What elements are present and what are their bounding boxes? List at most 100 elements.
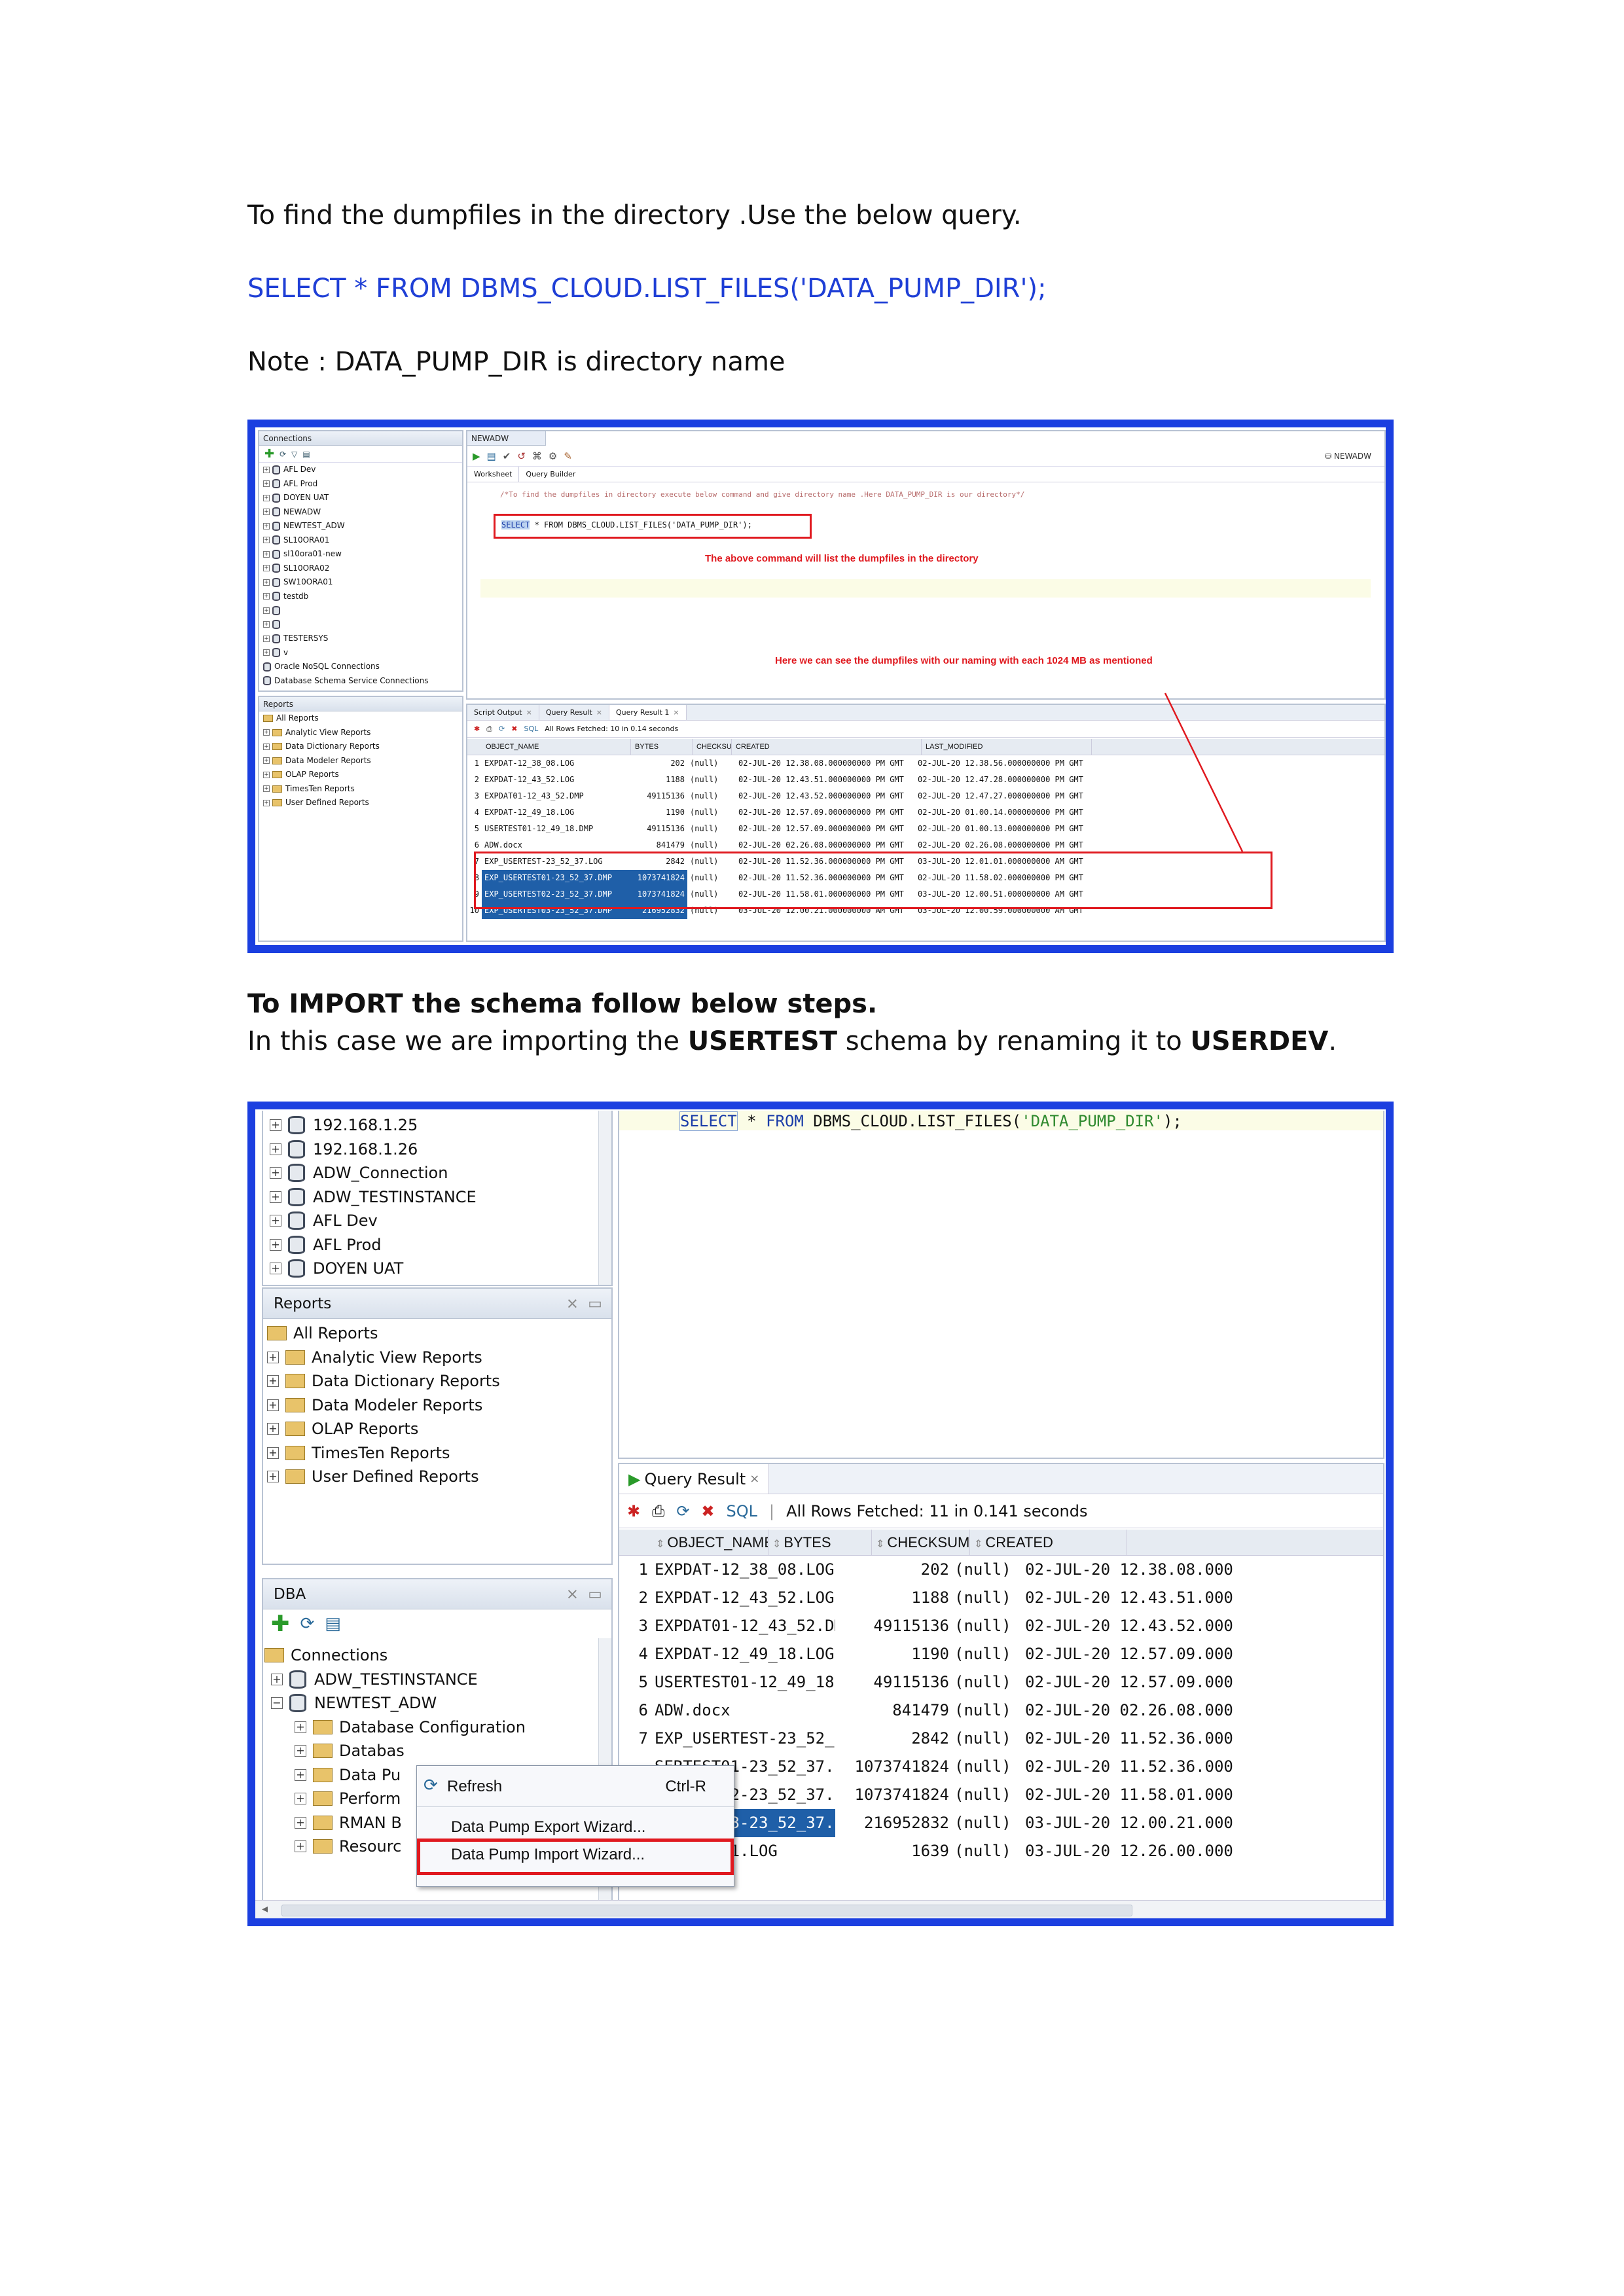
minimize-reports-icon[interactable]: ▭ — [588, 1289, 602, 1319]
sql-link[interactable]: SQL — [727, 1502, 758, 1520]
connection-item[interactable]: + AFL Prod — [270, 1233, 611, 1257]
expand-icon[interactable]: + — [295, 1816, 306, 1829]
expand-icon[interactable]: + — [270, 1263, 281, 1275]
dba-panel-title: DBA — [274, 1586, 306, 1603]
connection-item[interactable]: +192.168.1.25 — [270, 1113, 611, 1138]
dba-tree-item[interactable]: Connections — [264, 1643, 611, 1668]
report-item[interactable]: + TimesTen Reports — [267, 1441, 611, 1465]
close-dba-icon[interactable]: × — [566, 1579, 579, 1609]
table-row[interactable]: 5 USERTEST01-12_49_18.DMP 49115136 (null) 02… — [619, 1668, 1383, 1696]
column-header-label: OBJECT_NAME — [667, 1534, 768, 1551]
expand-icon[interactable]: + — [295, 1768, 306, 1781]
collapse-icon[interactable]: − — [271, 1697, 283, 1710]
report-item[interactable]: + User Defined Reports — [267, 1465, 611, 1489]
folder-icon — [285, 1445, 305, 1460]
expand-icon[interactable]: + — [267, 1375, 279, 1388]
expand-icon[interactable]: + — [270, 1238, 281, 1251]
folder-icon — [313, 1791, 333, 1806]
pin-icon[interactable]: ✱ — [627, 1502, 640, 1520]
column-header[interactable]: ⇕ CREATED — [970, 1530, 1127, 1555]
sql-statement[interactable]: SELECT * FROM DBMS_CLOUD.LIST_FILES('DAT… — [679, 1111, 1182, 1131]
folder-icon — [285, 1469, 305, 1484]
table-row[interactable]: 3 EXPDAT01-12_43_52.DMP 49115136 (null) 02-J… — [619, 1612, 1383, 1640]
refresh-icon[interactable]: ⟳ — [300, 1614, 315, 1634]
expand-icon[interactable]: + — [295, 1840, 306, 1853]
table-cell: 1 — [638, 1560, 648, 1579]
connection-label: 192.168.1.26 — [313, 1139, 418, 1158]
refresh-results-icon[interactable]: ⟳ — [676, 1502, 689, 1520]
screenshot-list-files: Connections ✚ ⟳ ▽ ▤ + AFL Dev + AFL Prod + DO… — [247, 420, 1394, 953]
dba-tree-label: Database Configuration — [339, 1717, 526, 1736]
table-cell: 2 — [638, 1588, 648, 1607]
table-cell: EXP_USERTEST-23_52_37.LOG — [655, 1729, 835, 1748]
table-cell: 216952832 — [863, 1814, 949, 1832]
sql-star: * — [737, 1112, 767, 1130]
expand-icon[interactable]: + — [295, 1721, 306, 1733]
scroll-left-icon[interactable]: ◂ — [262, 1902, 268, 1916]
expand-icon[interactable]: + — [267, 1471, 279, 1483]
database-icon — [288, 1116, 305, 1135]
expand-icon[interactable]: + — [270, 1191, 281, 1203]
report-label: Analytic View Reports — [312, 1348, 482, 1367]
scroll-thumb[interactable] — [281, 1905, 1132, 1916]
folder-icon — [285, 1350, 305, 1365]
fetch-status: All Rows Fetched: 11 in 0.141 seconds — [786, 1501, 1088, 1520]
minimize-dba-icon[interactable]: ▭ — [588, 1579, 602, 1609]
connections-scrollbar[interactable] — [598, 1111, 611, 1285]
print-icon[interactable]: ⎙ — [652, 1502, 664, 1520]
report-item[interactable]: All Reports — [267, 1321, 611, 1346]
report-item[interactable]: + Data Dictionary Reports — [267, 1369, 611, 1393]
expand-icon[interactable]: + — [295, 1793, 306, 1805]
reports-panel-header: Reports × ▭ — [263, 1289, 611, 1319]
connection-item[interactable]: + ADW_Connection — [270, 1161, 611, 1185]
table-row[interactable]: 6 ADW.docx 841479 (null) 02-JUL-20 02.26.08.… — [619, 1696, 1383, 1725]
connection-item[interactable]: + DOYEN UAT — [270, 1257, 611, 1281]
close-reports-icon[interactable]: × — [566, 1289, 579, 1319]
sort-icon: ⇕ — [974, 1539, 983, 1550]
expand-icon[interactable]: + — [271, 1673, 283, 1685]
intro-text: To find the dumpfiles in the directory .… — [247, 200, 1022, 230]
table-row[interactable]: 1 EXPDAT-12_38_08.LOG 202 (null) 02-JUL-20 1… — [619, 1556, 1383, 1584]
expand-icon[interactable]: + — [270, 1143, 281, 1155]
horizontal-scrollbar[interactable]: ◂ — [255, 1900, 1386, 1918]
menu-refresh[interactable]: Refresh — [447, 1778, 502, 1796]
table-row[interactable]: 7 EXP_USERTEST-23_52_37.LOG 2842 (null) 02-J… — [619, 1725, 1383, 1753]
expand-icon[interactable]: + — [267, 1399, 279, 1411]
expand-icon[interactable]: + — [267, 1446, 279, 1459]
expand-icon[interactable]: + — [270, 1119, 281, 1132]
table-cell: (null) — [954, 1645, 1011, 1663]
report-item[interactable]: + Analytic View Reports — [267, 1346, 611, 1370]
dba-tree-item[interactable]: + Databas — [264, 1739, 611, 1763]
expand-icon[interactable]: + — [270, 1215, 281, 1227]
expand-icon[interactable]: + — [270, 1167, 281, 1179]
connection-item[interactable]: + AFL Dev — [270, 1209, 611, 1233]
dba-tree-item[interactable]: + Database Configuration — [264, 1715, 611, 1740]
schema-icon[interactable]: ▤ — [325, 1614, 341, 1634]
dba-tree-item[interactable]: + ADW_TESTINSTANCE — [264, 1668, 611, 1692]
connection-item[interactable]: + ADW_TESTINSTANCE — [270, 1185, 611, 1210]
connection-item[interactable]: +192.168.1.26 — [270, 1138, 611, 1162]
folder-icon — [313, 1719, 333, 1734]
table-cell: (null) — [954, 1560, 1011, 1579]
expand-icon[interactable]: + — [267, 1351, 279, 1363]
database-icon — [289, 1694, 306, 1713]
column-header[interactable]: ⇕ BYTES — [768, 1530, 872, 1555]
column-header[interactable]: ⇕ CHECKSUM — [872, 1530, 970, 1555]
menu-data-pump-export-wizard[interactable]: Data Pump Export Wizard... — [451, 1818, 645, 1837]
dba-tree-item[interactable]: − NEWTEST_ADW — [264, 1691, 611, 1715]
add-connection-icon[interactable]: ✚ — [271, 1611, 290, 1637]
reports-tree: All Reports + Analytic View Reports + Data D… — [263, 1319, 611, 1489]
report-label: OLAP Reports — [312, 1420, 419, 1439]
expand-icon[interactable]: + — [267, 1423, 279, 1435]
table-cell: 1073741824 — [854, 1785, 950, 1804]
table-row[interactable]: 4 EXPDAT-12_49_18.LOG 1190 (null) 02-JUL-20 … — [619, 1640, 1383, 1668]
cancel-fetch-icon[interactable]: ✖ — [701, 1502, 714, 1520]
tab-query-result[interactable]: ▶ Query Result × — [619, 1464, 770, 1494]
column-header[interactable]: ⇕ OBJECT_NAME — [652, 1530, 768, 1555]
folder-icon — [267, 1326, 287, 1341]
report-item[interactable]: + OLAP Reports — [267, 1417, 611, 1441]
expand-icon[interactable]: + — [295, 1745, 306, 1757]
table-row[interactable]: 2 EXPDAT-12_43_52.LOG 1188 (null) 02-JUL-20 … — [619, 1584, 1383, 1612]
close-tab-icon[interactable]: × — [749, 1472, 759, 1486]
report-item[interactable]: + Data Modeler Reports — [267, 1393, 611, 1418]
